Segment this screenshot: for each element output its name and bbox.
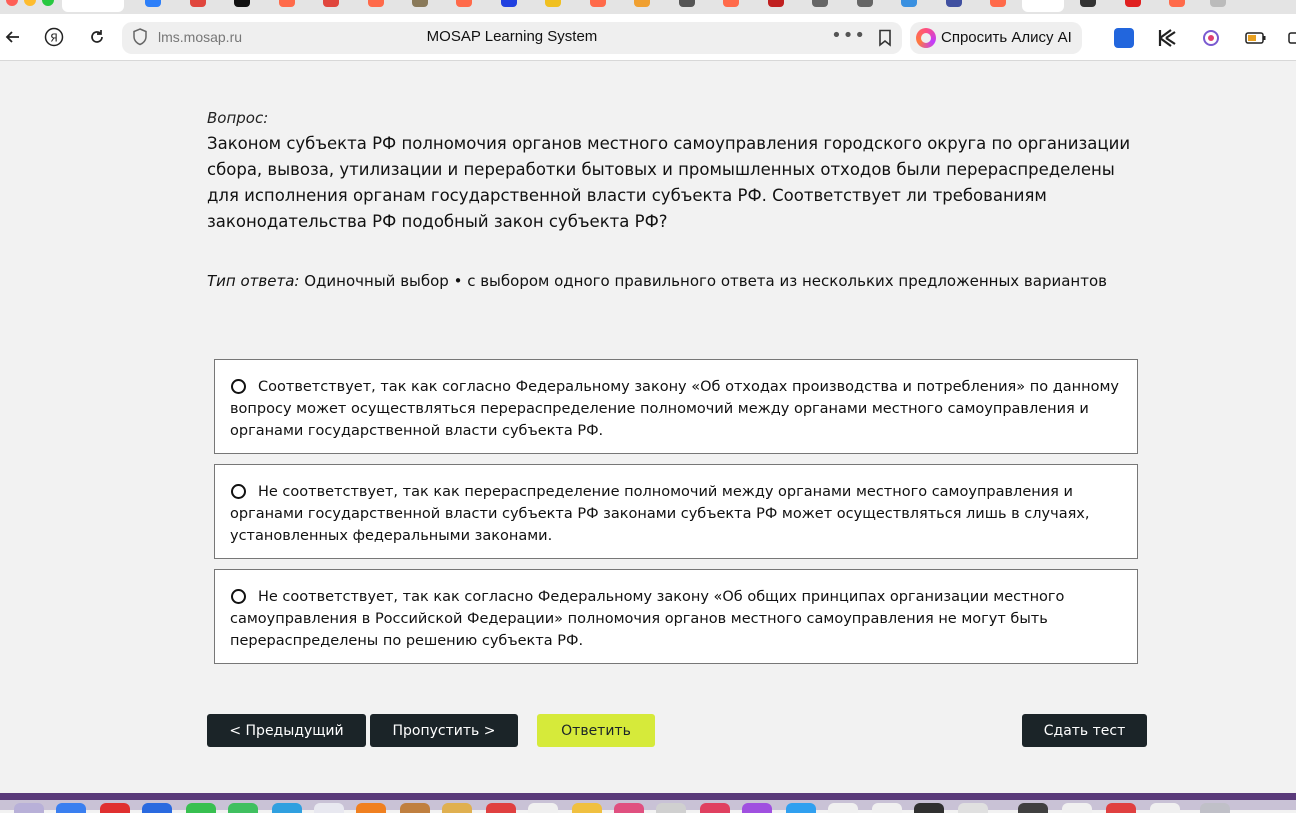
dock-app-icon[interactable] — [786, 803, 816, 813]
tab-icon[interactable] — [501, 0, 517, 7]
extension-icon[interactable] — [1201, 28, 1221, 48]
dock-app-icon[interactable] — [700, 803, 730, 813]
back-arrow-icon[interactable] — [0, 24, 26, 50]
tab-icon[interactable] — [768, 0, 784, 7]
answer-option-2[interactable]: Не соответствует, так как перераспределе… — [214, 464, 1138, 559]
minimize-window-icon[interactable] — [24, 0, 36, 6]
address-bar[interactable]: lms.mosap.ru MOSAP Learning System ••• — [122, 22, 902, 54]
question-text: Законом субъекта РФ полномочия органов м… — [207, 134, 1131, 231]
answer-button[interactable]: Ответить — [537, 714, 655, 747]
dock-app-icon[interactable] — [528, 803, 558, 813]
dock-app-icon[interactable] — [1150, 803, 1180, 813]
dock-app-icon[interactable] — [1062, 803, 1092, 813]
dock-app-icon[interactable] — [572, 803, 602, 813]
tab-icon[interactable] — [412, 0, 428, 7]
answer-type-label: Тип ответа: — [207, 272, 300, 290]
tab-icon[interactable] — [1125, 0, 1141, 7]
dock-app-icon[interactable] — [356, 803, 386, 813]
tab-icon[interactable] — [679, 0, 695, 7]
tab-active[interactable] — [62, 0, 124, 12]
dock-app-icon[interactable] — [872, 803, 902, 813]
tab-icon[interactable] — [990, 0, 1006, 7]
dock-app-icon[interactable] — [1200, 803, 1230, 813]
dock-app-icon[interactable] — [614, 803, 644, 813]
tab-icon[interactable] — [1210, 0, 1226, 7]
tab-icon[interactable] — [190, 0, 206, 7]
yandex-logo-icon[interactable]: Я — [41, 24, 67, 50]
dock-app-icon[interactable] — [314, 803, 344, 813]
tab-icon[interactable] — [545, 0, 561, 7]
tab-icon[interactable] — [1080, 0, 1096, 7]
dock-app-icon[interactable] — [142, 803, 172, 813]
question-label: Вопрос: — [207, 109, 269, 127]
dock-app-icon[interactable] — [1018, 803, 1048, 813]
dock-app-icon[interactable] — [228, 803, 258, 813]
tab-active-bookmark[interactable] — [1022, 0, 1064, 12]
previous-button[interactable]: < Предыдущий — [207, 714, 366, 747]
dock-app-icon[interactable] — [1106, 803, 1136, 813]
dock-app-icon[interactable] — [914, 803, 944, 813]
dock-app-icon[interactable] — [14, 803, 44, 813]
dock-app-icon[interactable] — [828, 803, 858, 813]
kinopoisk-icon[interactable] — [1157, 28, 1177, 48]
tab-icon[interactable] — [857, 0, 873, 7]
battery-icon[interactable] — [1245, 28, 1266, 48]
extension-icon[interactable] — [1114, 28, 1134, 48]
tab-icon[interactable] — [634, 0, 650, 7]
dock-app-icon[interactable] — [486, 803, 516, 813]
extension-icon[interactable] — [1288, 28, 1296, 48]
tab-icon[interactable] — [946, 0, 962, 7]
reload-icon[interactable] — [84, 24, 110, 50]
dock-app-icon[interactable] — [56, 803, 86, 813]
tab-icon[interactable] — [590, 0, 606, 7]
dock-app-icon[interactable] — [272, 803, 302, 813]
answer-option-text: Не соответствует, так как перераспределе… — [230, 484, 1090, 544]
answer-type: Тип ответа: Одиночный выбор • с выбором … — [207, 272, 1107, 290]
page-title: MOSAP Learning System — [426, 28, 598, 45]
browser-tab-strip — [0, 0, 1296, 14]
tab-icon[interactable] — [812, 0, 828, 7]
dock-app-icon[interactable] — [400, 803, 430, 813]
browser-toolbar: Я lms.mosap.ru MOSAP Learning System •••… — [0, 14, 1296, 61]
dock-app-icon[interactable] — [186, 803, 216, 813]
zoom-window-icon[interactable] — [42, 0, 54, 6]
ask-alice-label: Спросить Алису AI — [941, 29, 1072, 46]
answer-option-text: Не соответствует, так как согласно Федер… — [230, 589, 1065, 649]
close-window-icon[interactable] — [6, 0, 18, 6]
answer-type-value: Одиночный выбор • с выбором одного прави… — [304, 272, 1107, 290]
dock-app-icon[interactable] — [742, 803, 772, 813]
dock-app-icon[interactable] — [656, 803, 686, 813]
page-content: Вопрос: Законом субъекта РФ полномочия о… — [0, 61, 1296, 793]
answer-option-1[interactable]: Соответствует, так как согласно Федераль… — [214, 359, 1138, 454]
dock-app-icon[interactable] — [100, 803, 130, 813]
tab-icon[interactable] — [723, 0, 739, 7]
dock-app-icon[interactable] — [442, 803, 472, 813]
tab-icon[interactable] — [279, 0, 295, 7]
bookmark-star-tab-icon[interactable] — [234, 0, 250, 7]
tab-icon[interactable] — [368, 0, 384, 7]
skip-button[interactable]: Пропустить > — [370, 714, 518, 747]
answer-option-3[interactable]: Не соответствует, так как согласно Федер… — [214, 569, 1138, 664]
ask-alice-button[interactable]: Спросить Алису AI — [910, 22, 1082, 54]
alice-icon — [916, 28, 936, 48]
tab-icon[interactable] — [901, 0, 917, 7]
more-dots-icon[interactable]: ••• — [831, 25, 866, 46]
tab-icon[interactable] — [1169, 0, 1185, 7]
svg-text:Я: Я — [50, 32, 58, 45]
tab-icon[interactable] — [323, 0, 339, 7]
bookmark-icon[interactable] — [878, 29, 892, 51]
submit-test-button[interactable]: Сдать тест — [1022, 714, 1147, 747]
tab-icon[interactable] — [145, 0, 161, 7]
tab-icon[interactable] — [456, 0, 472, 7]
answer-option-text: Соответствует, так как согласно Федераль… — [230, 379, 1119, 439]
dock-app-icon[interactable] — [958, 803, 988, 813]
